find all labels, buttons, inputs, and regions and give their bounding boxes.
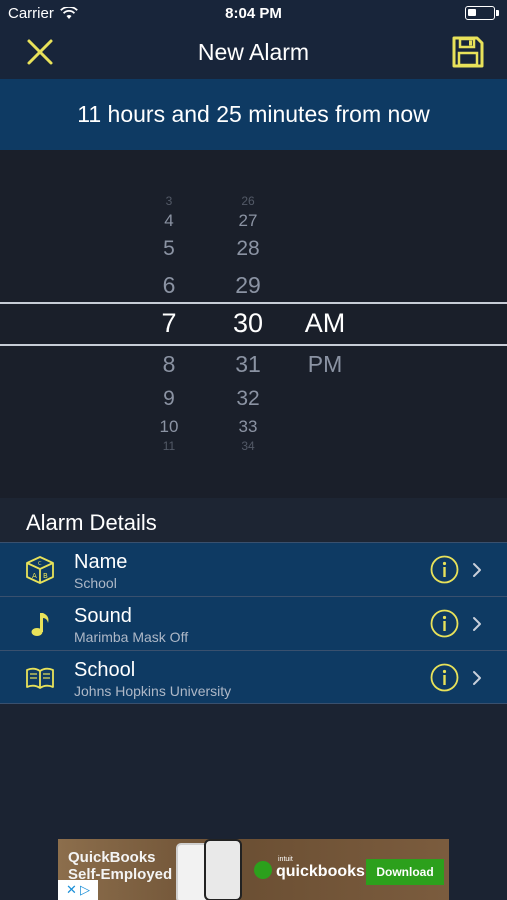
chevron-right-icon [473, 617, 481, 631]
ad-headline: QuickBooks Self-Employed [68, 849, 172, 883]
period-option[interactable]: PM [293, 351, 357, 378]
battery-icon [465, 6, 499, 20]
detail-subtitle: School [74, 575, 117, 591]
minute-option[interactable]: 29 [218, 272, 278, 299]
info-icon[interactable] [430, 555, 459, 584]
open-book-icon [26, 667, 54, 689]
quickbooks-logo-icon [254, 861, 272, 879]
ad-close-icon[interactable]: ✕ [66, 882, 77, 898]
ad-brand-small: intuit [278, 856, 293, 863]
alarm-details-list: A B C Name School Sound Marimba Mask Off [0, 542, 507, 704]
alarm-details-header: Alarm Details [0, 498, 507, 542]
detail-row-sound[interactable]: Sound Marimba Mask Off [0, 596, 507, 650]
detail-title: Sound [74, 605, 132, 627]
detail-title: Name [74, 551, 128, 573]
music-note-icon [31, 613, 49, 636]
hour-option[interactable]: 8 [139, 351, 199, 378]
hour-column[interactable]: 3 4 5 6 7 8 9 10 11 [139, 150, 199, 498]
save-icon[interactable] [451, 35, 485, 69]
hour-option[interactable]: 9 [139, 387, 199, 411]
svg-text:A: A [32, 572, 37, 580]
chevron-right-icon [473, 671, 481, 685]
detail-title: School [74, 659, 136, 681]
hour-option[interactable]: 5 [139, 237, 199, 261]
time-picker[interactable]: 3 4 5 6 7 8 9 10 11 26 27 28 29 30 31 32… [0, 150, 507, 498]
minute-option[interactable]: 26 [218, 194, 278, 208]
ad-headline-line1: QuickBooks [68, 849, 156, 866]
minute-option[interactable]: 28 [218, 237, 278, 261]
info-icon[interactable] [430, 609, 459, 638]
hour-option[interactable]: 6 [139, 272, 199, 299]
minute-selected[interactable]: 30 [218, 308, 278, 339]
minute-option[interactable]: 34 [218, 439, 278, 453]
status-time: 8:04 PM [225, 5, 282, 22]
minute-column[interactable]: 26 27 28 29 30 31 32 33 34 [218, 150, 278, 498]
hour-option[interactable]: 4 [139, 211, 199, 231]
info-icon[interactable] [430, 663, 459, 692]
ad-download-button[interactable]: Download [366, 859, 444, 885]
hour-selected[interactable]: 7 [139, 308, 199, 339]
section-title: Alarm Details [26, 510, 157, 535]
ad-banner[interactable]: QuickBooks Self-Employed intuit quickboo… [58, 839, 449, 900]
ad-brand: quickbooks [276, 863, 365, 880]
hour-option[interactable]: 3 [139, 194, 199, 208]
period-selected[interactable]: AM [293, 308, 357, 339]
hour-option[interactable]: 10 [139, 417, 199, 437]
minute-option[interactable]: 31 [218, 351, 278, 378]
detail-row-school[interactable]: School Johns Hopkins University [0, 650, 507, 704]
chevron-right-icon [473, 563, 481, 577]
status-bar: Carrier 8:04 PM [0, 0, 507, 26]
minute-option[interactable]: 33 [218, 417, 278, 437]
svg-text:C: C [38, 561, 42, 567]
page-title: New Alarm [197, 39, 310, 65]
svg-text:B: B [43, 572, 48, 580]
ad-phone-image [204, 839, 242, 900]
time-until-banner: 11 hours and 25 minutes from now [0, 79, 507, 150]
period-column[interactable]: AM PM [293, 150, 357, 498]
adchoices-icon[interactable]: ✕ ▷ [58, 880, 98, 900]
minute-option[interactable]: 32 [218, 387, 278, 411]
detail-row-name[interactable]: A B C Name School [0, 542, 507, 596]
top-bar: Carrier 8:04 PM New Alarm [0, 0, 507, 79]
hour-option[interactable]: 11 [139, 439, 199, 453]
minute-option[interactable]: 27 [218, 211, 278, 231]
detail-subtitle: Marimba Mask Off [74, 629, 189, 645]
abc-cube-icon: A B C [26, 556, 54, 584]
detail-subtitle: Johns Hopkins University [74, 683, 232, 699]
ad-info-triangle-icon[interactable]: ▷ [80, 882, 90, 898]
